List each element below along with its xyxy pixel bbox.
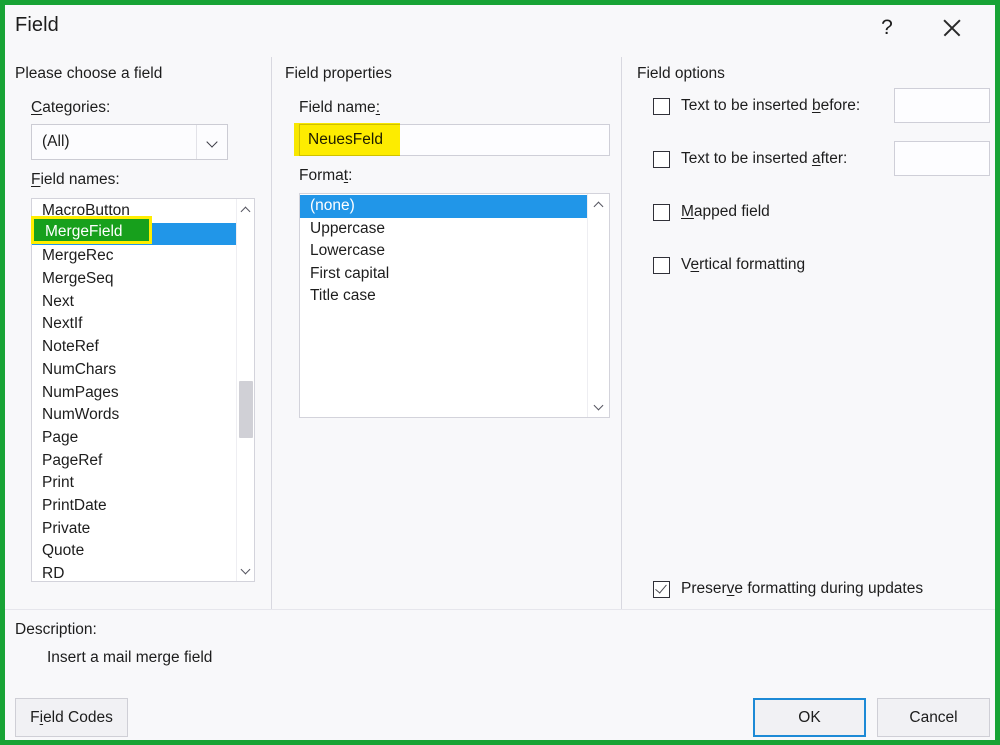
- format-scroll-down-icon[interactable]: [588, 397, 609, 415]
- field-dialog: Field ? Please choose a field Categories…: [5, 5, 995, 740]
- description-label: Description:: [15, 621, 97, 638]
- field-name-item[interactable]: NumWords: [32, 404, 236, 427]
- field-name-item[interactable]: NoteRef: [32, 336, 236, 359]
- field-name-label-text: Field name: [299, 99, 376, 116]
- right-panel-header: Field options: [637, 65, 725, 82]
- preserve-formatting-label: Preserve formatting during updates: [681, 580, 924, 597]
- format-option-item[interactable]: Lowercase: [300, 240, 587, 263]
- field-names-scrollbar[interactable]: [236, 199, 254, 581]
- dialog-title: Field: [15, 14, 59, 36]
- field-option-label: Text to be inserted after:: [681, 150, 848, 167]
- format-option-item[interactable]: Title case: [300, 285, 587, 308]
- close-icon[interactable]: [929, 5, 975, 51]
- cancel-label: Cancel: [909, 708, 958, 726]
- categories-label-rest: ategories:: [42, 99, 111, 116]
- field-name-item[interactable]: Page: [32, 427, 236, 450]
- scroll-down-icon[interactable]: [237, 561, 254, 579]
- field-option-checkbox[interactable]: Text to be inserted before:: [653, 97, 860, 115]
- help-glyph: ?: [881, 16, 893, 39]
- categories-combobox[interactable]: (All): [31, 124, 228, 160]
- scrollbar-thumb[interactable]: [239, 381, 253, 438]
- field-name-item[interactable]: PageRef: [32, 450, 236, 473]
- field-name-item[interactable]: Private: [32, 518, 236, 541]
- format-label: Format:: [299, 167, 352, 185]
- field-name-item[interactable]: Next: [32, 291, 236, 314]
- field-name-label-accel: :: [375, 99, 380, 116]
- field-name-item[interactable]: MergeRec: [32, 245, 236, 268]
- field-name-item[interactable]: PrintDate: [32, 495, 236, 518]
- field-codes-button[interactable]: Field Codes: [15, 698, 128, 737]
- scroll-up-icon[interactable]: [237, 201, 254, 219]
- field-codes-label: Field Codes: [30, 708, 113, 726]
- middle-panel-header: Field properties: [285, 65, 392, 82]
- field-option-checkbox[interactable]: Text to be inserted after:: [653, 150, 847, 168]
- field-name-item[interactable]: Print: [32, 472, 236, 495]
- field-option-checkbox[interactable]: Vertical formatting: [653, 256, 805, 274]
- categories-label-accel: C: [31, 99, 43, 116]
- format-scroll-up-icon[interactable]: [588, 196, 609, 214]
- format-label-colon: :: [348, 167, 353, 184]
- field-names-label-rest: ield names:: [40, 171, 120, 188]
- left-panel-header: Please choose a field: [15, 65, 163, 82]
- ok-label: OK: [798, 708, 821, 726]
- checkbox-unchecked-icon[interactable]: [653, 150, 670, 168]
- field-option-label: Vertical formatting: [681, 256, 806, 273]
- field-option-checkbox[interactable]: Mapped field: [653, 203, 770, 221]
- chevron-down-icon[interactable]: [196, 125, 227, 159]
- field-name-value: NeuesFeld: [308, 131, 383, 148]
- help-icon[interactable]: ?: [864, 5, 910, 51]
- field-option-label: Text to be inserted before:: [681, 97, 861, 114]
- description-divider: [5, 609, 995, 610]
- field-names-label: Field names:: [31, 171, 120, 189]
- categories-label: Categories:: [31, 99, 110, 117]
- field-name-item[interactable]: NumChars: [32, 359, 236, 382]
- checkbox-unchecked-icon[interactable]: [653, 203, 670, 221]
- format-option-item[interactable]: Uppercase: [300, 218, 587, 241]
- format-items: (none) Uppercase Lowercase First capital Tit…: [300, 194, 587, 417]
- format-option-item[interactable]: First capital: [300, 263, 587, 286]
- field-name-item[interactable]: NumPages: [32, 382, 236, 405]
- field-name-label: Field name:: [299, 99, 380, 117]
- field-names-listbox[interactable]: MacroButton MergeField MergeRec MergeSeq Nex…: [31, 198, 255, 582]
- field-name-item[interactable]: MergeField: [32, 222, 236, 246]
- field-name-item[interactable]: RD: [32, 563, 236, 581]
- panel-divider-left: [271, 57, 272, 609]
- field-name-item[interactable]: MacroButton: [32, 200, 236, 223]
- close-glyph: [941, 17, 963, 39]
- categories-value: (All): [42, 133, 70, 150]
- field-names-items: MacroButton MergeField MergeRec MergeSeq Nex…: [32, 199, 236, 581]
- format-listbox[interactable]: (none) Uppercase Lowercase First capital Tit…: [299, 193, 610, 418]
- field-option-label: Mapped field: [681, 203, 770, 220]
- description-text: Insert a mail merge field: [47, 649, 213, 666]
- panel-divider-right: [621, 57, 622, 609]
- field-name-input[interactable]: NeuesFeld: [299, 124, 610, 156]
- preserve-formatting-checkbox[interactable]: Preserve formatting during updates: [653, 580, 923, 598]
- ok-button[interactable]: OK: [753, 698, 866, 737]
- format-label-text: Forma: [299, 167, 344, 184]
- field-name-item[interactable]: Quote: [32, 540, 236, 563]
- format-scrollbar[interactable]: [587, 194, 609, 417]
- format-option-item[interactable]: (none): [300, 195, 587, 218]
- field-name-item[interactable]: MergeSeq: [32, 268, 236, 291]
- field-option-input[interactable]: [894, 88, 990, 123]
- field-name-item[interactable]: NextIf: [32, 313, 236, 336]
- screenshot-root: Field ? Please choose a field Categories…: [0, 0, 1000, 745]
- checkbox-unchecked-icon[interactable]: [653, 256, 670, 274]
- field-option-input[interactable]: [894, 141, 990, 176]
- checkbox-unchecked-icon[interactable]: [653, 97, 670, 115]
- cancel-button[interactable]: Cancel: [877, 698, 990, 737]
- dialog-titlebar: Field ?: [5, 5, 995, 52]
- checkbox-checked-icon[interactable]: [653, 580, 670, 598]
